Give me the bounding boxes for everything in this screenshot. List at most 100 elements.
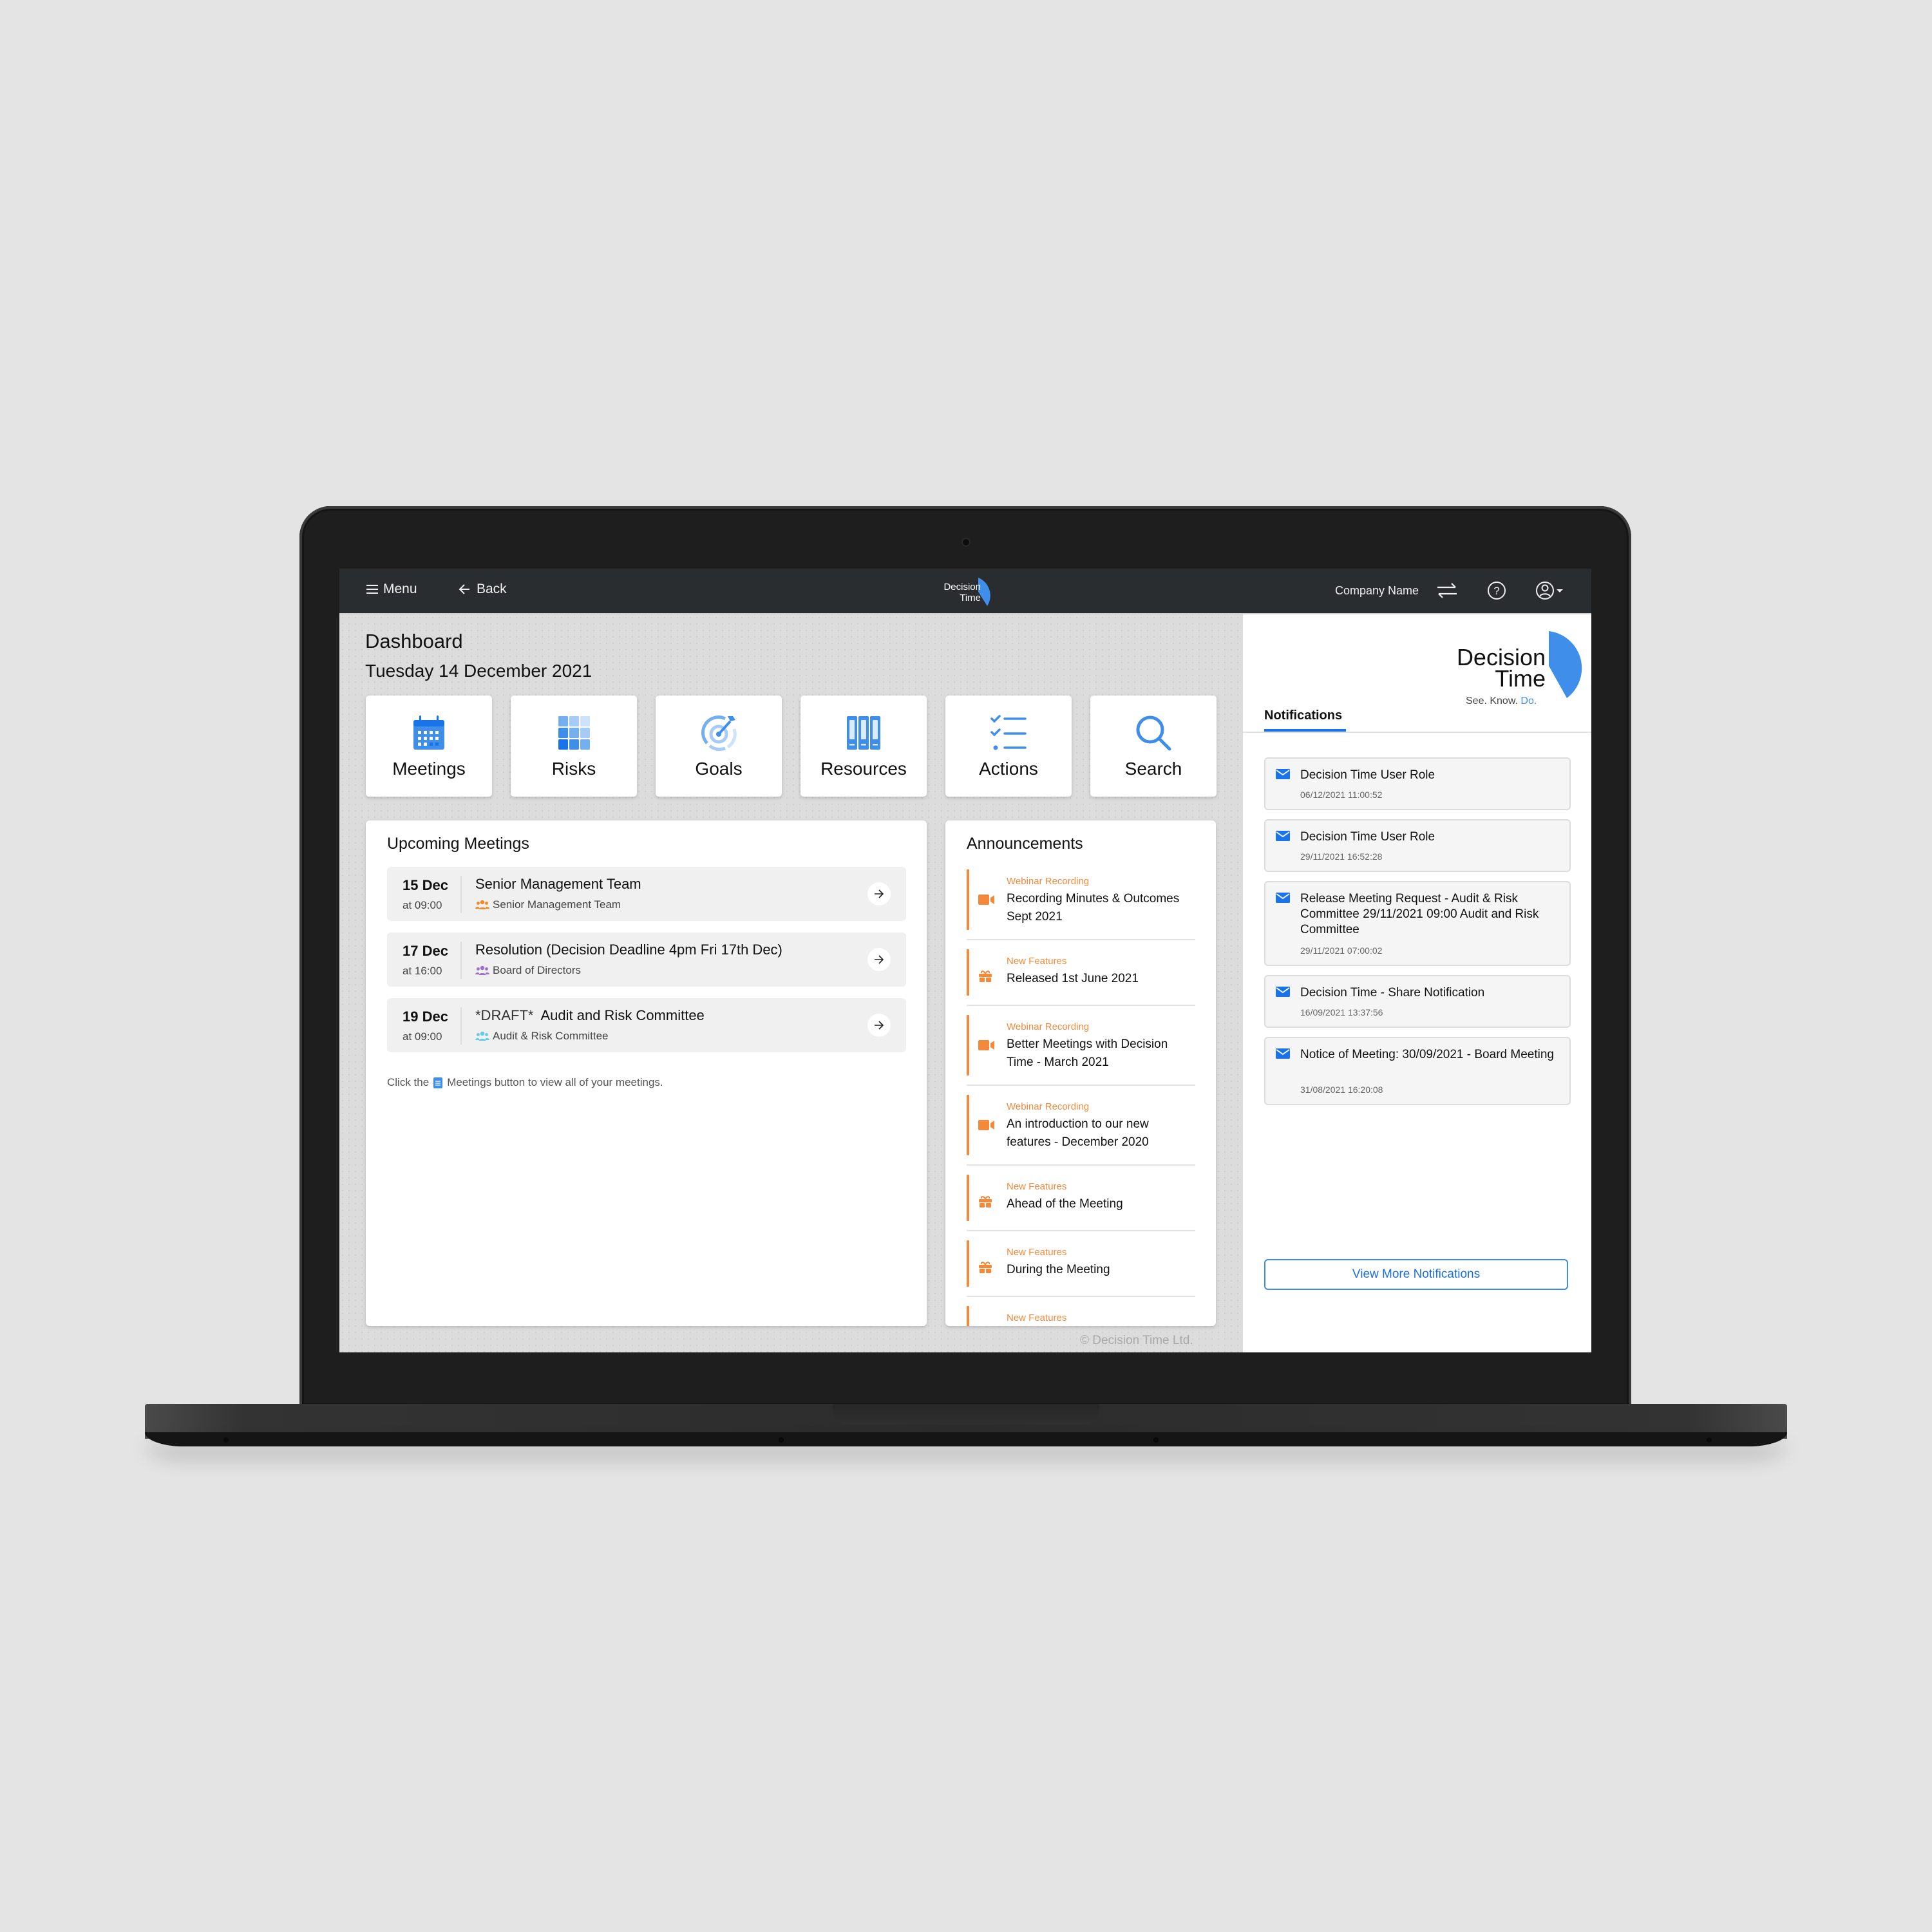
announcement-item[interactable]: New Features Released 1st June 2021 xyxy=(967,947,1195,1006)
tagline-do: Do. xyxy=(1520,696,1537,706)
tile-search[interactable]: Search xyxy=(1090,696,1217,797)
notification-timestamp: 31/08/2021 16:20:08 xyxy=(1300,1084,1383,1095)
tile-label: Resources xyxy=(820,759,907,779)
open-meeting-button[interactable] xyxy=(867,948,891,971)
announcement-text: During the Meeting xyxy=(1007,1263,1110,1276)
meeting-date: 19 Dec xyxy=(402,1009,448,1025)
announcement-accent-bar xyxy=(967,869,969,930)
meetings-hint: Click the Meetings button to view all of… xyxy=(387,1076,663,1089)
webcam xyxy=(963,539,969,545)
announcement-text: Ahead of the Meeting xyxy=(1007,1197,1123,1211)
tile-risks[interactable]: Risks xyxy=(511,696,637,797)
notification-timestamp: 29/11/2021 16:52:28 xyxy=(1300,851,1383,862)
target-icon xyxy=(701,715,737,752)
envelope-icon xyxy=(1276,1048,1290,1062)
back-arrow-icon xyxy=(459,584,469,594)
help-icon: ? xyxy=(1488,582,1506,600)
announcement-accent-bar xyxy=(967,1015,969,1075)
gift-icon xyxy=(978,1261,992,1277)
gift-icon xyxy=(978,970,992,986)
grid-icon xyxy=(558,716,590,750)
tile-resources[interactable]: Resources xyxy=(800,696,927,797)
binders-icon xyxy=(847,716,880,750)
notification-item[interactable]: Decision Time User Role 06/12/2021 11:00:… xyxy=(1264,757,1571,810)
meeting-group: Senior Management Team xyxy=(493,898,621,911)
tile-label: Goals xyxy=(695,759,743,779)
meeting-title-container: *DRAFT* Audit and Risk Committee xyxy=(475,1007,705,1024)
laptop-notch xyxy=(833,1404,1099,1425)
announcement-text: Better Meetings with Decision Time - Mar… xyxy=(1007,1037,1168,1069)
meeting-group: Audit & Risk Committee xyxy=(493,1030,609,1042)
page-title: Dashboard xyxy=(365,630,463,652)
open-meeting-button[interactable] xyxy=(867,882,891,905)
announcement-accent-bar xyxy=(967,1175,969,1221)
announcement-category: New Features xyxy=(1007,1312,1067,1323)
announcement-item[interactable]: New Features During the Meeting xyxy=(967,1238,1195,1297)
announcement-item[interactable]: New Features xyxy=(967,1303,1195,1326)
hint-text-after: Meetings button to view all of your meet… xyxy=(447,1076,663,1088)
arrow-right-icon xyxy=(875,1021,884,1030)
arrow-right-icon xyxy=(875,955,884,964)
divider xyxy=(460,1007,462,1045)
meeting-time: at 09:00 xyxy=(402,1030,442,1043)
announcement-item[interactable]: Webinar Recording Recording Minutes & Out… xyxy=(967,867,1195,940)
swap-icon xyxy=(1437,583,1457,598)
tab-notifications[interactable]: Notifications xyxy=(1264,708,1342,723)
logo-text-line2: Time xyxy=(960,592,981,603)
user-account-icon xyxy=(1536,582,1563,600)
notification-item[interactable]: Notice of Meeting: 30/09/2021 - Board Me… xyxy=(1264,1037,1571,1105)
divider xyxy=(460,942,462,979)
app-logo[interactable]: Decision Time xyxy=(933,575,1004,609)
tile-actions[interactable]: Actions xyxy=(945,696,1072,797)
notification-item[interactable]: Decision Time User Role 29/11/2021 16:52:… xyxy=(1264,819,1571,872)
announcement-item[interactable]: Webinar Recording Better Meetings with De… xyxy=(967,1012,1195,1086)
back-button[interactable]: Back xyxy=(459,582,507,597)
svg-text:?: ? xyxy=(1493,585,1499,597)
envelope-icon xyxy=(1276,893,1290,906)
announcement-accent-bar xyxy=(967,949,969,996)
announcement-item[interactable]: Webinar Recording An introduction to our … xyxy=(967,1092,1195,1166)
laptop-foot xyxy=(779,1437,784,1443)
tile-meetings[interactable]: Meetings xyxy=(366,696,492,797)
announcement-accent-bar xyxy=(967,1240,969,1287)
announcement-text: Released 1st June 2021 xyxy=(1007,972,1139,985)
notification-title: Decision Time - Share Notification xyxy=(1300,986,1485,999)
upcoming-meetings-card: Upcoming Meetings 15 Dec at 09:00 Senior… xyxy=(366,820,927,1326)
tile-label: Search xyxy=(1124,759,1182,779)
view-more-notifications-button[interactable]: View More Notifications xyxy=(1264,1259,1568,1290)
announcements-title: Announcements xyxy=(967,835,1083,853)
meeting-row[interactable]: 17 Dec at 16:00 Resolution (Decision Dea… xyxy=(387,933,906,987)
hint-text-before: Click the xyxy=(387,1076,430,1088)
tagline-see-know: See. Know. xyxy=(1466,696,1518,706)
laptop-base-bottom xyxy=(145,1432,1787,1446)
switch-company-button[interactable] xyxy=(1436,582,1458,603)
menu-icon xyxy=(366,585,378,594)
help-button[interactable]: ? xyxy=(1486,580,1507,604)
arrow-right-icon xyxy=(875,889,884,898)
announcement-accent-bar xyxy=(967,1095,969,1155)
notification-item[interactable]: Decision Time - Share Notification 16/09/… xyxy=(1264,975,1571,1028)
announcement-text: Recording Minutes & Outcomes Sept 2021 xyxy=(1007,892,1180,923)
tile-label: Actions xyxy=(979,759,1038,779)
open-meeting-button[interactable] xyxy=(867,1014,891,1037)
group-icon xyxy=(475,965,489,975)
notification-timestamp: 16/09/2021 13:37:56 xyxy=(1300,1007,1383,1018)
notification-timestamp: 29/11/2021 07:00:02 xyxy=(1300,945,1383,956)
tile-goals[interactable]: Goals xyxy=(656,696,782,797)
calendar-icon xyxy=(413,715,444,750)
meeting-time: at 09:00 xyxy=(402,899,442,911)
announcement-item[interactable]: New Features Ahead of the Meeting xyxy=(967,1172,1195,1231)
laptop-foot xyxy=(1707,1437,1712,1443)
notification-item[interactable]: Release Meeting Request - Audit & Risk C… xyxy=(1264,881,1571,966)
notification-title: Decision Time User Role xyxy=(1300,830,1435,844)
announcement-category: Webinar Recording xyxy=(1007,1021,1090,1032)
user-menu-button[interactable] xyxy=(1535,580,1567,604)
meeting-title: Senior Management Team xyxy=(475,876,641,892)
meeting-date: 15 Dec xyxy=(402,877,448,893)
meeting-row[interactable]: 15 Dec at 09:00 Senior Management Team S… xyxy=(387,867,906,921)
meeting-title: Resolution (Decision Deadline 4pm Fri 17… xyxy=(475,942,782,958)
menu-button[interactable]: Menu xyxy=(366,582,417,597)
meeting-row[interactable]: 19 Dec at 09:00 *DRAFT* Audit and Risk C… xyxy=(387,998,906,1052)
top-navigation-bar: Menu Back Decision Time Company Name ? xyxy=(339,569,1591,614)
notification-title: Notice of Meeting: 30/09/2021 - Board Me… xyxy=(1300,1048,1554,1061)
